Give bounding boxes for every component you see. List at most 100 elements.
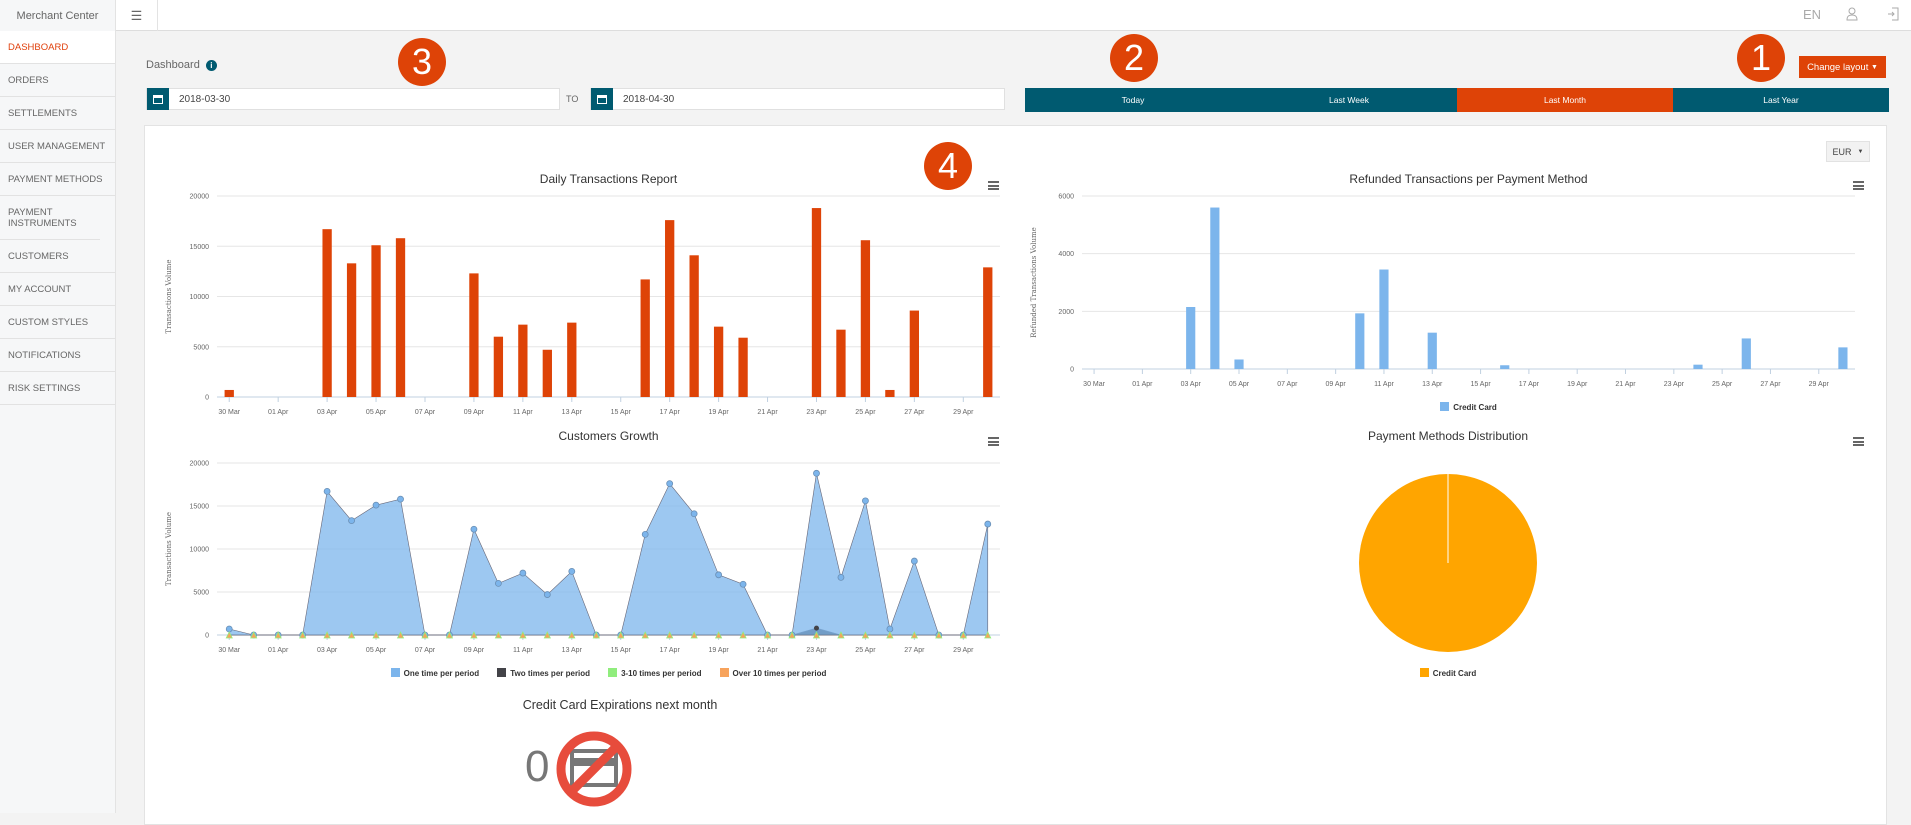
chart-legend: One time per period Two times per period 3… (217, 668, 1000, 678)
x-tick-label: 15 Apr (611, 647, 632, 654)
date-to-value: 2018-04-30 (623, 93, 675, 105)
sidebar-item-notifications[interactable]: NOTIFICATIONS (0, 339, 115, 372)
chart-title: Payment Methods Distribution (1368, 429, 1528, 443)
chart-menu-icon[interactable] (1853, 437, 1864, 446)
bar (860, 240, 871, 397)
bar (371, 245, 381, 397)
currency-select[interactable]: EUR ▼ (1826, 141, 1870, 162)
sidebar-item-custom-styles[interactable]: CUSTOM STYLES (0, 306, 115, 339)
x-tick-label: 13 Apr (1422, 381, 1443, 388)
x-tick-label: 09 Apr (464, 647, 485, 654)
bar (322, 229, 332, 397)
date-from-field[interactable]: 2018-03-30 (146, 88, 560, 110)
data-point (519, 569, 527, 577)
chart-menu-icon[interactable] (988, 181, 999, 190)
bar (567, 322, 577, 397)
bar (395, 238, 406, 397)
legend-item[interactable]: 3-10 times per period (608, 668, 702, 678)
period-today[interactable]: Today (1025, 88, 1241, 112)
chart-title: Daily Transactions Report (540, 172, 678, 186)
date-to-field[interactable]: 2018-04-30 (590, 88, 1005, 110)
bar (689, 255, 699, 397)
chart-title: Refunded Transactions per Payment Method (1349, 172, 1587, 186)
logout-icon[interactable] (1887, 0, 1899, 28)
bar (713, 326, 724, 397)
x-tick-label: 03 Apr (1181, 381, 1202, 388)
x-tick-label: 29 Apr (953, 409, 974, 416)
data-point (543, 591, 551, 598)
chart-legend: Credit Card (1040, 668, 1856, 678)
data-point (470, 525, 478, 533)
bar (469, 273, 479, 397)
y-tick-label: 0 (1070, 367, 1074, 374)
data-point (984, 520, 992, 528)
chart-menu-icon[interactable] (988, 437, 999, 446)
data-point (715, 571, 723, 579)
to-label: TO (566, 94, 579, 104)
legend-swatch (1440, 402, 1450, 411)
caret-down-icon: ▼ (1857, 148, 1864, 155)
x-tick-label: 25 Apr (1712, 381, 1733, 388)
period-last-month[interactable]: Last Month (1457, 88, 1673, 112)
legend-item[interactable]: One time per period (390, 668, 480, 678)
bar (738, 337, 748, 397)
user-icon[interactable] (1846, 0, 1860, 28)
x-tick-label: 30 Mar (1083, 381, 1105, 388)
x-tick-label: 21 Apr (757, 647, 778, 654)
sidebar-item-settlements[interactable]: SETTLEMENTS (0, 97, 115, 130)
annotation-badge-2: 2 (1110, 34, 1158, 82)
x-tick-label: 11 Apr (1374, 381, 1394, 388)
change-layout-button[interactable]: Change layout ▼ (1799, 56, 1886, 78)
menu-toggle-icon[interactable]: ☰ (116, 0, 158, 31)
y-tick-label: 0 (205, 633, 209, 640)
brand-title[interactable]: Merchant Center (0, 0, 116, 31)
y-tick-label: 5000 (193, 344, 209, 351)
data-point (225, 625, 233, 633)
x-tick-label: 05 Apr (366, 647, 387, 654)
calendar-icon[interactable] (147, 88, 169, 110)
x-tick-label: 29 Apr (953, 647, 974, 654)
calendar-icon[interactable] (591, 88, 613, 110)
y-tick-label: 4000 (1058, 251, 1074, 258)
sidebar-item-my-account[interactable]: MY ACCOUNT (0, 273, 115, 306)
data-point (397, 495, 404, 503)
legend-item[interactable]: Over 10 times per period (719, 668, 826, 678)
cc-expirations-title: Credit Card Expirations next month (522, 698, 718, 712)
sidebar-item-payment-instruments[interactable]: PAYMENT INSTRUMENTS (0, 196, 100, 240)
sidebar-item-risk-settings[interactable]: RISK SETTINGS (0, 372, 115, 405)
legend-label: Credit Card (1453, 403, 1497, 412)
y-tick-label: 5000 (193, 590, 209, 597)
sidebar-item-user-management[interactable]: USER MANAGEMENT (0, 130, 115, 163)
x-tick-label: 21 Apr (1615, 381, 1636, 388)
legend-item[interactable]: Credit Card (1440, 402, 1497, 412)
annotation-badge-1: 1 (1737, 34, 1785, 82)
sidebar-item-dashboard[interactable]: DASHBOARD (0, 31, 115, 64)
language-selector[interactable]: EN (1803, 0, 1821, 28)
legend-label: One time per period (403, 669, 480, 678)
daily-transactions-chart: Daily Transactions Report 0 5000 10000 15000… (150, 160, 1010, 430)
x-tick-label: 19 Apr (1567, 381, 1588, 388)
sidebar-item-payment-methods[interactable]: PAYMENT METHODS (0, 163, 115, 196)
info-icon[interactable]: i (205, 59, 217, 71)
sidebar-item-customers[interactable]: CUSTOMERS (0, 240, 115, 273)
bar (909, 310, 920, 397)
date-from-value: 2018-03-30 (179, 93, 231, 105)
x-tick-label: 11 Apr (513, 647, 533, 654)
data-point (348, 517, 355, 525)
x-tick-label: 09 Apr (464, 409, 485, 416)
annotation-badge-4: 4 (924, 142, 972, 190)
y-tick-label: 15000 (190, 244, 210, 251)
legend-label: Credit Card (1432, 669, 1477, 678)
chart-menu-icon[interactable] (1853, 181, 1864, 190)
sidebar-item-orders[interactable]: ORDERS (0, 64, 115, 97)
period-last-year[interactable]: Last Year (1673, 88, 1889, 112)
y-tick-label: 10000 (190, 294, 210, 301)
cc-expirations-count: 0 (525, 742, 550, 791)
period-last-week[interactable]: Last Week (1241, 88, 1457, 112)
bar (1427, 332, 1437, 369)
y-tick-label: 15000 (190, 504, 210, 511)
legend-swatch (1419, 668, 1429, 677)
data-point (837, 573, 845, 581)
legend-item[interactable]: Credit Card (1419, 668, 1477, 678)
legend-item[interactable]: Two times per period (497, 668, 590, 678)
